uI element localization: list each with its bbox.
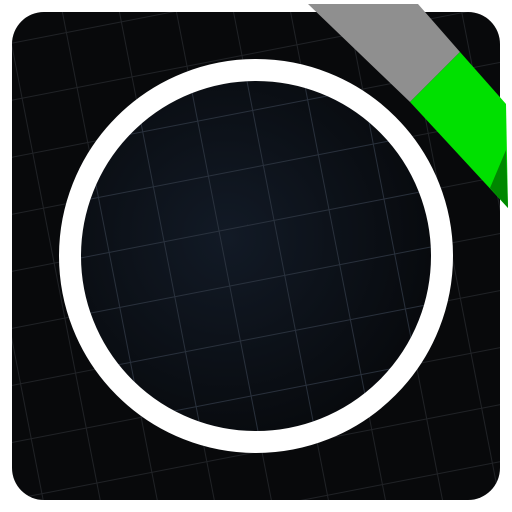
app-icon-canvas — [0, 0, 512, 512]
app-icon — [12, 4, 508, 500]
